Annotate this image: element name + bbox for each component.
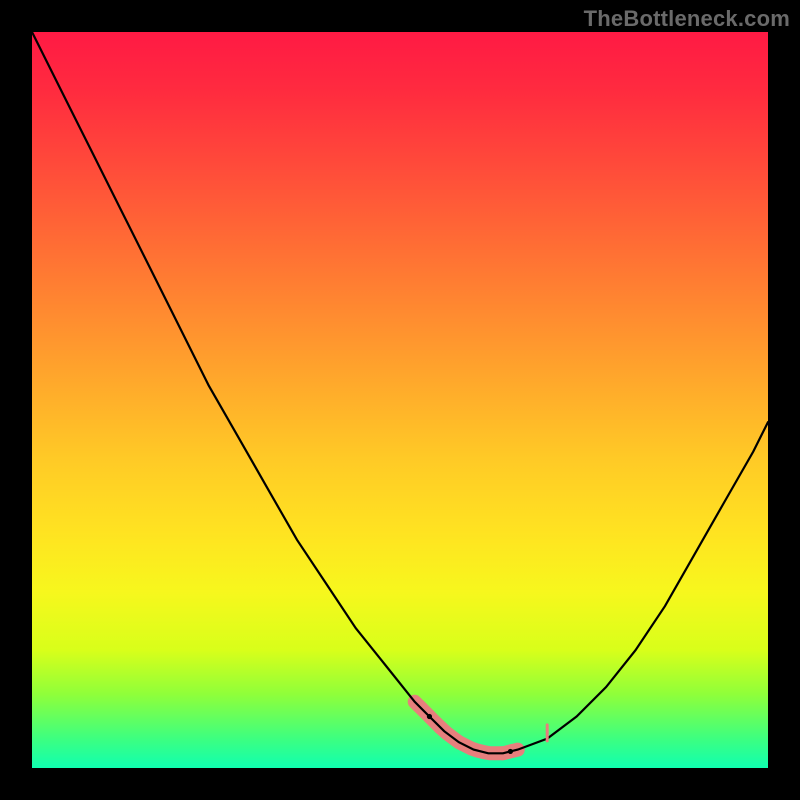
watermark-text: TheBottleneck.com [584, 6, 790, 32]
chart-frame: TheBottleneck.com [0, 0, 800, 800]
chart-svg [32, 32, 768, 768]
curve-point-right [508, 749, 513, 754]
bottleneck-curve [32, 32, 768, 753]
chart-plot-area [32, 32, 768, 768]
curve-point-left [427, 714, 432, 719]
